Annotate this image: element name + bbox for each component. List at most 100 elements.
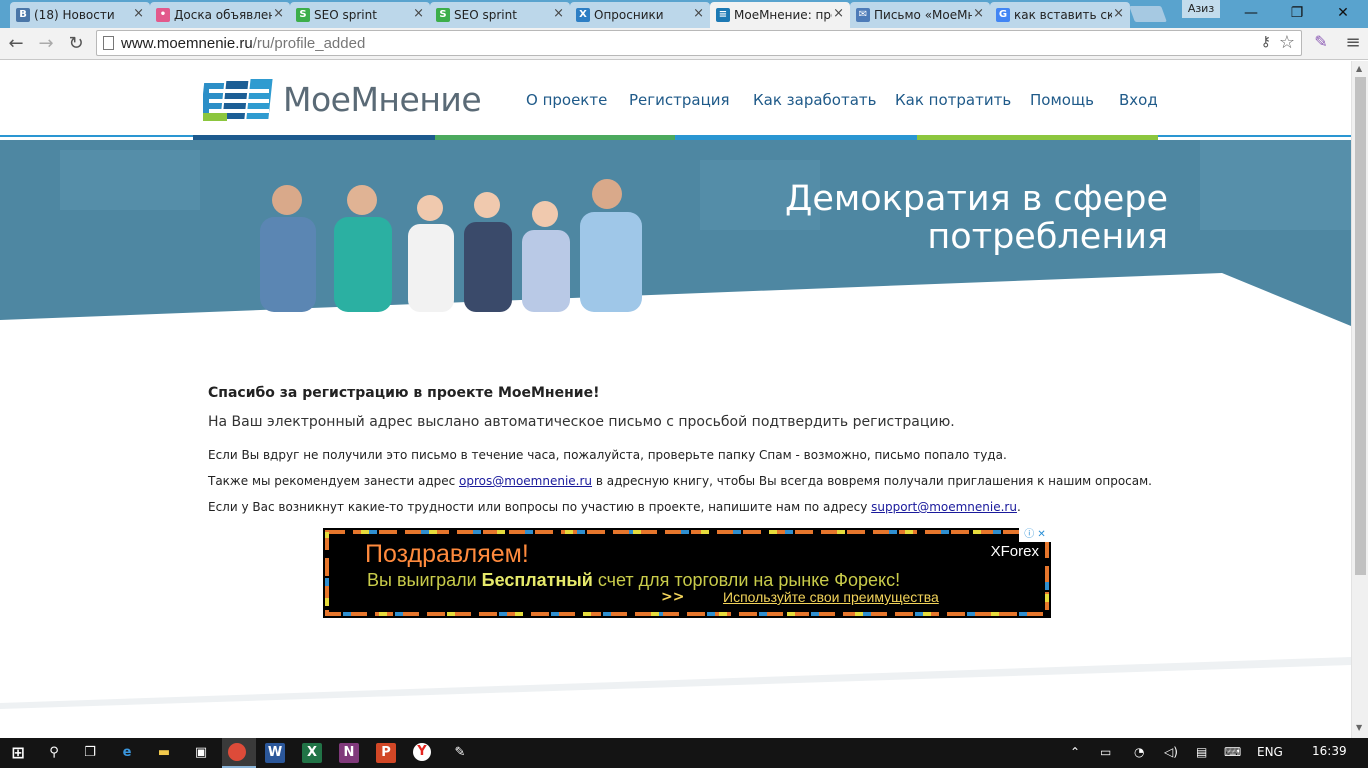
- url-text[interactable]: www.moemnenie.ru/ru/profile_added: [121, 35, 365, 52]
- footer-divider: [0, 657, 1351, 709]
- ad-text: Вы выиграли Бесплатный счет для торговли…: [367, 570, 900, 591]
- volume-icon[interactable]: ◁): [1164, 745, 1178, 759]
- tab-close-icon[interactable]: ×: [133, 6, 144, 21]
- tab-close-icon[interactable]: ×: [693, 6, 704, 21]
- vk-icon: В: [16, 8, 30, 22]
- chrome-icon[interactable]: [228, 743, 246, 761]
- onenote-icon[interactable]: N: [339, 743, 359, 763]
- opros-email-link[interactable]: opros@moemnenie.ru: [459, 474, 592, 488]
- browser-tab[interactable]: Gкак вставить скриншот×: [990, 2, 1130, 28]
- language-indicator[interactable]: ENG: [1257, 745, 1283, 759]
- forward-arrow-icon[interactable]: →: [34, 32, 58, 56]
- board-icon: •: [156, 8, 170, 22]
- tab-close-icon[interactable]: ×: [973, 6, 984, 21]
- file-explorer-icon[interactable]: ▬: [154, 743, 174, 763]
- tab-close-icon[interactable]: ×: [413, 6, 424, 21]
- profile-button[interactable]: Азиз: [1182, 0, 1220, 18]
- key-icon[interactable]: ⚷: [1261, 34, 1271, 50]
- hero-title-line1: Демократия в сфере: [784, 179, 1168, 219]
- nav-link[interactable]: Помощь: [1030, 91, 1094, 109]
- ad-text-end: счет для торговли на рынке Форекс!: [592, 570, 901, 590]
- spam-notice: Если Вы вдруг не получили это письмо в т…: [208, 448, 1007, 462]
- tab-title: Опросники: [594, 8, 664, 22]
- notifications-icon[interactable]: ▤: [1196, 745, 1207, 759]
- minimize-icon[interactable]: —: [1228, 0, 1274, 26]
- browser-tab[interactable]: • Доска объявлений×: [150, 2, 290, 28]
- tab-title: (18) Новости: [34, 8, 115, 22]
- tab-close-icon[interactable]: ×: [273, 6, 284, 21]
- browser-toolbar: ← → ↻ www.moemnenie.ru/ru/profile_added …: [0, 28, 1368, 60]
- nav-link[interactable]: Как потратить: [895, 91, 1011, 109]
- search-icon[interactable]: ⚲: [44, 743, 64, 763]
- browser-tab[interactable]: ✉ Письмо «МоеМнение»×: [850, 2, 990, 28]
- nav-link[interactable]: О проекте: [526, 91, 607, 109]
- support-text-start: Если у Вас возникнут какие-то трудности …: [208, 500, 872, 514]
- task-view-icon[interactable]: ❐: [80, 743, 100, 763]
- powerpoint-icon[interactable]: P: [376, 743, 396, 763]
- new-tab-button[interactable]: [1129, 6, 1167, 22]
- addressbook-notice: Также мы рекомендуем занести адрес opros…: [208, 474, 1152, 488]
- support-email-link[interactable]: support@moemnenie.ru: [871, 500, 1017, 514]
- browser-tab[interactable]: В (18) Новости ×: [10, 2, 150, 28]
- browser-tab[interactable]: ≡ МоеМнение: профиль×: [710, 2, 850, 28]
- scroll-down-icon[interactable]: ▼: [1356, 723, 1362, 732]
- ad-arrows-icon: >>: [661, 589, 685, 605]
- logo-mark-icon: [200, 79, 273, 121]
- word-icon[interactable]: W: [265, 743, 285, 763]
- color-strip-right: [1158, 135, 1351, 137]
- addressbook-text-start: Также мы рекомендуем занести адрес: [208, 474, 460, 488]
- nav-link[interactable]: Вход: [1119, 91, 1158, 109]
- tab-title: Доска объявлений: [174, 8, 272, 22]
- windows-taskbar: ⊞ ⚲ ❐ e ▬ ▣ W X N P Y ✎ ⌃ ▭ ◔ ◁) ▤ ⌨ ENG…: [0, 738, 1368, 768]
- address-bar[interactable]: www.moemnenie.ru/ru/profile_added ⚷ ☆: [96, 30, 1302, 56]
- tab-close-icon[interactable]: ×: [833, 6, 844, 21]
- seosprint-icon: S: [436, 8, 450, 22]
- edge-icon[interactable]: e: [117, 743, 137, 763]
- ad-title: Поздравляем!: [365, 540, 529, 568]
- ad-link[interactable]: Используйте свои преимущества: [723, 589, 939, 605]
- browser-tabstrip: В(18) Новости×•Доска объявлений×SSEO spr…: [0, 0, 1368, 28]
- windows-start-icon[interactable]: ⊞: [8, 743, 28, 763]
- hero-banner: Демократия в сфере потребления: [0, 140, 1351, 340]
- tab-title: как вставить скриншот: [1014, 8, 1112, 22]
- store-icon[interactable]: ▣: [191, 743, 211, 763]
- paint-icon[interactable]: ✎: [450, 743, 470, 763]
- support-notice: Если у Вас возникнут какие-то трудности …: [208, 500, 1021, 514]
- chrome-menu-icon[interactable]: ≡: [1342, 32, 1364, 54]
- excel-icon[interactable]: X: [302, 743, 322, 763]
- tab-title: SEO sprint: [454, 8, 517, 22]
- email-sent-text: На Ваш электронный адрес выслано автомат…: [208, 414, 955, 430]
- browser-tab[interactable]: X Опросники ×: [570, 2, 710, 28]
- site-header: МоеМнение О проекте Регистрация Как зарабо…: [0, 61, 1351, 140]
- keyboard-icon[interactable]: ⌨: [1224, 745, 1241, 759]
- extension-feather-icon[interactable]: ✎: [1310, 32, 1332, 54]
- tab-title: Письмо «МоеМнение»: [874, 8, 972, 22]
- battery-icon[interactable]: ▭: [1100, 745, 1111, 759]
- tray-chevron-icon[interactable]: ⌃: [1070, 745, 1080, 759]
- close-window-icon[interactable]: ✕: [1320, 0, 1366, 26]
- scrollbar-thumb[interactable]: [1355, 77, 1366, 575]
- seosprint-icon: S: [296, 8, 310, 22]
- tab-title: SEO sprint: [314, 8, 377, 22]
- wifi-icon[interactable]: ◔: [1134, 745, 1144, 759]
- tab-close-icon[interactable]: ×: [553, 6, 564, 21]
- bookmark-star-icon[interactable]: ☆: [1279, 32, 1295, 53]
- vertical-scrollbar[interactable]: ▲ ▼: [1351, 61, 1368, 738]
- forex-ad-banner[interactable]: Поздравляем! Вы выиграли Бесплатный счет…: [323, 528, 1051, 618]
- nav-link[interactable]: Регистрация: [629, 91, 730, 109]
- back-arrow-icon[interactable]: ←: [4, 32, 28, 56]
- site-logo[interactable]: МоеМнение: [200, 75, 482, 123]
- yandex-browser-icon[interactable]: Y: [413, 743, 431, 761]
- scroll-up-icon[interactable]: ▲: [1356, 64, 1362, 73]
- moemnenie-icon: ≡: [716, 8, 730, 22]
- browser-tab[interactable]: S SEO sprint ×: [290, 2, 430, 28]
- restore-icon[interactable]: ❐: [1274, 0, 1320, 26]
- color-strip-left: [0, 135, 193, 137]
- reload-icon[interactable]: ↻: [64, 32, 88, 56]
- clock[interactable]: 16:39: [1312, 744, 1347, 758]
- page-icon: [103, 36, 114, 50]
- nav-link[interactable]: Как заработать: [753, 91, 877, 109]
- tab-close-icon[interactable]: ×: [1113, 6, 1124, 21]
- browser-tab[interactable]: S SEO sprint ×: [430, 2, 570, 28]
- ad-close-icon[interactable]: ⓘ ✕: [1019, 528, 1051, 542]
